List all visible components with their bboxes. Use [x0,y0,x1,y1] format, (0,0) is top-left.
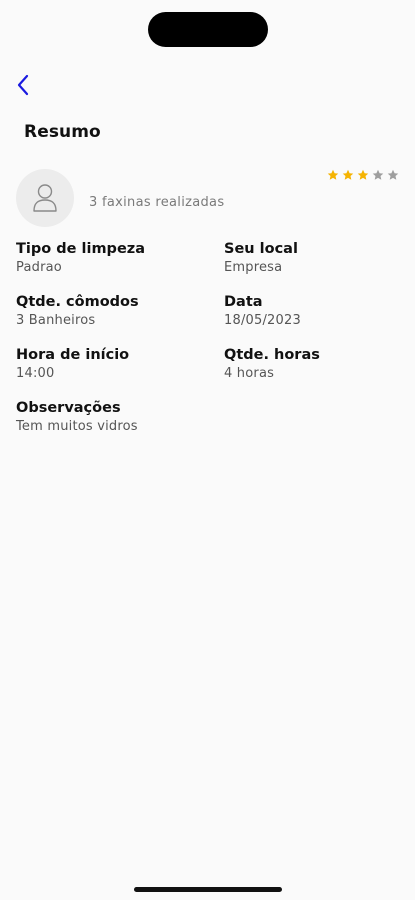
field-hours: Qtde. horas 4 horas [224,346,320,383]
field-value: 14:00 [16,366,55,381]
field-value: Tem muitos vidros [16,419,138,434]
field-label: Tipo de limpeza [16,241,145,257]
dynamic-island [148,12,268,47]
field-label: Data [224,294,263,310]
field-value: Padrao [16,260,62,275]
jobs-count: 3 faxinas realizadas [89,195,225,210]
home-indicator[interactable] [134,887,282,892]
field-value: 4 horas [224,366,275,381]
back-button[interactable] [10,70,36,100]
field-cleaning-type: Tipo de limpeza Padrao [16,240,145,277]
status-bar [0,0,415,54]
star-filled-icon [327,169,339,180]
field-label: Observações [16,400,121,416]
field-rooms: Qtde. cômodos 3 Banheiros [16,293,139,330]
field-value: 18/05/2023 [224,313,301,328]
field-value: 3 Banheiros [16,313,96,328]
field-notes: Observações Tem muitos vidros [16,399,138,436]
star-empty-icon [372,169,384,180]
avatar [16,169,74,227]
user-icon [33,184,57,212]
field-label: Qtde. horas [224,347,320,363]
field-start-time: Hora de início 14:00 [16,346,129,383]
field-label: Qtde. cômodos [16,294,139,310]
field-value: Empresa [224,260,283,275]
star-filled-icon [357,169,369,180]
field-label: Seu local [224,241,298,257]
star-filled-icon [342,169,354,180]
page-title: Resumo [24,122,101,142]
field-label: Hora de início [16,347,130,363]
star-empty-icon [387,169,399,180]
chevron-left-icon [17,74,29,96]
star-rating [327,169,399,181]
profile-summary: 3 faxinas realizadas [16,169,399,229]
field-date: Data 18/05/2023 [224,293,301,330]
field-location: Seu local Empresa [224,240,298,277]
